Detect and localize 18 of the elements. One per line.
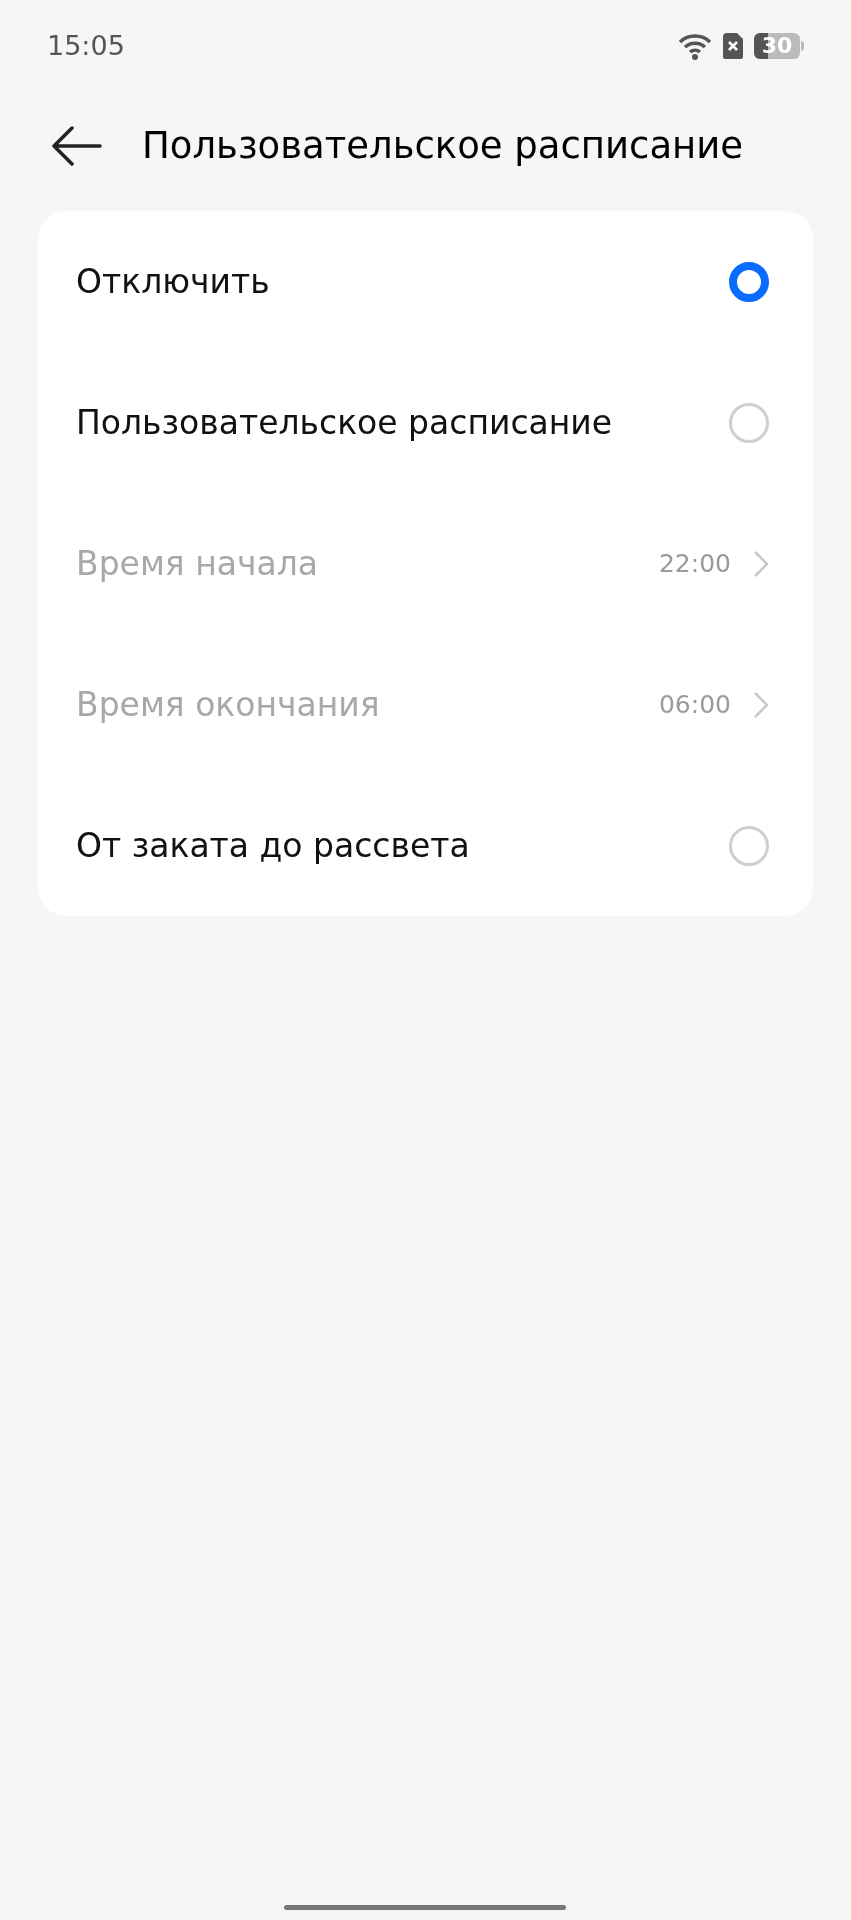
no-sim-icon <box>722 32 744 60</box>
chevron-right-icon <box>753 690 769 719</box>
option-row[interactable]: Пользовательское расписание <box>38 352 813 493</box>
status-time: 15:05 <box>47 28 125 63</box>
home-indicator[interactable] <box>284 1905 566 1910</box>
time-value: 22:00 <box>658 547 731 580</box>
option-row[interactable]: Отключить <box>38 211 813 352</box>
option-label: Пользовательское расписание <box>76 401 613 444</box>
radio-button[interactable] <box>729 261 769 302</box>
chevron-right-icon <box>753 549 769 578</box>
option-label: Время окончания <box>76 683 380 726</box>
option-row[interactable]: От заката до рассвета <box>38 775 813 916</box>
option-label: От заката до рассвета <box>76 824 470 867</box>
option-label: Отключить <box>76 260 270 303</box>
page-title: Пользовательское расписание <box>142 123 744 170</box>
option-label: Время начала <box>76 542 318 585</box>
time-value: 06:00 <box>658 688 731 721</box>
wifi-icon <box>678 32 712 60</box>
